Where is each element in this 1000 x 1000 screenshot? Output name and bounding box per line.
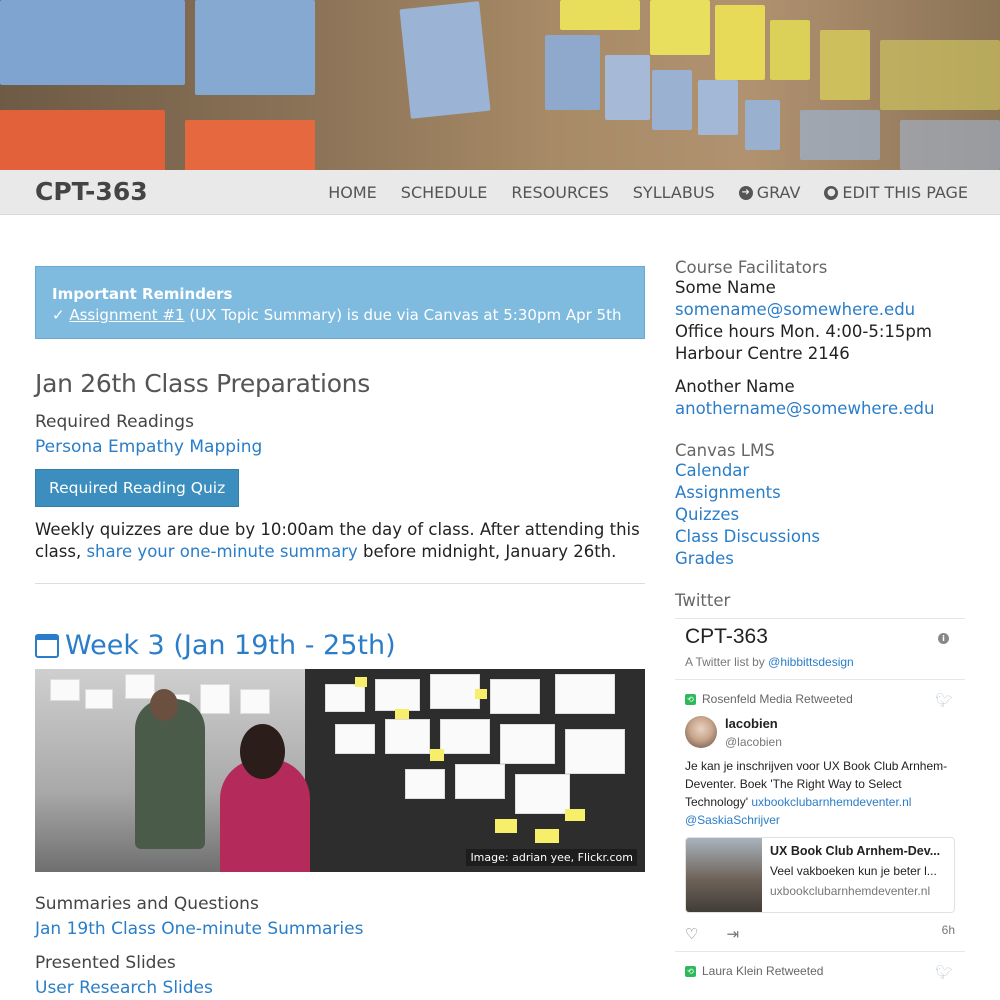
twitter-list-by-text: A Twitter list by [685,655,769,669]
info-icon[interactable]: i [938,633,949,644]
canvas-discussions-link[interactable]: Class Discussions [675,527,820,546]
quiz-instructions: Weekly quizzes are due by 10:00am the da… [35,519,645,563]
tweet: ⟲ Rosenfeld Media Retweeted 🐦︎ lacobien … [675,680,965,952]
twitter-bird-icon[interactable]: 🐦︎ [935,692,953,709]
retweet-icon: ⟲ [685,965,696,977]
required-readings-label: Required Readings [35,412,194,432]
tweet-url-link[interactable]: uxbookclubarnhemdeventer.nl [751,795,911,809]
class-photo: Image: adrian yee, Flickr.com [35,669,645,872]
nav-syllabus-label: SYLLABUS [632,183,715,202]
canvas-lms-header: Canvas LMS [675,441,775,460]
reminder-text: (UX Topic Summary) is due via Canvas at … [184,306,622,324]
twitter-list-header: CPT-363 A Twitter list by @hibbittsdesig… [675,619,965,680]
persona-empathy-mapping-link[interactable]: Persona Empathy Mapping [35,437,262,457]
one-minute-summaries-link[interactable]: Jan 19th Class One-minute Summaries [35,919,363,939]
canvas-assignments-link[interactable]: Assignments [675,483,781,502]
card-title: UX Book Club Arnhem-Dev... [770,844,941,858]
nav-resources-label: RESOURCES [511,183,609,202]
reminders-alert: Important Reminders ✓ Assignment #1 (UX … [35,266,645,339]
canvas-quizzes-link[interactable]: Quizzes [675,505,739,524]
twitter-list-by: A Twitter list by @hibbittsdesign [685,655,955,669]
nav-home-label: HOME [328,183,377,202]
canvas-grades-link[interactable]: Grades [675,549,734,568]
card-url: uxbookclubarnhemdeventer.nl [770,884,931,898]
summaries-label: Summaries and Questions [35,894,259,914]
assignment-link[interactable]: Assignment #1 [69,306,184,324]
required-reading-quiz-button[interactable]: Required Reading Quiz [35,469,240,507]
retweet-label: ⟲ Laura Klein Retweeted [685,964,955,978]
retweeted-by-text: Rosenfeld Media Retweeted [702,692,853,706]
nav-syllabus[interactable]: SYLLABUS [633,183,715,202]
calendar-icon [35,633,59,658]
hero-banner-image [0,0,1000,170]
top-navbar: CPT-363 HOME SCHEDULE RESOURCES SYLLABUS… [0,170,1000,215]
presented-slides-label: Presented Slides [35,953,176,973]
main-nav: HOME SCHEDULE RESOURCES SYLLABUS ➜ GRAV ●… [328,183,968,202]
nav-grav[interactable]: ➜ GRAV [738,183,801,202]
twitter-widget: CPT-363 A Twitter list by @hibbittsdesig… [675,618,965,981]
twitter-header: Twitter [675,591,731,610]
tweet-timestamp[interactable]: 6h [942,923,955,937]
arrow-circle-right-icon: ➜ [738,185,753,200]
nav-edit-page-label: EDIT THIS PAGE [842,183,968,202]
list-owner-link[interactable]: @hibbittsdesign [768,655,854,669]
facilitator-2-email[interactable]: anothername@somewhere.edu [675,399,934,418]
nav-home[interactable]: HOME [328,183,377,202]
reminder-item: ✓ Assignment #1 (UX Topic Summary) is du… [52,305,628,326]
nav-grav-label: GRAV [756,183,801,202]
author-name[interactable]: lacobien [725,716,782,731]
share-icon[interactable]: ⇥ [726,925,739,943]
facilitators-header: Course Facilitators [675,258,828,277]
tweet-actions: ♡ ⇥ [685,925,955,943]
tweet-text: Je kan je inschrijven voor UX Book Club … [685,757,955,829]
class-preparations-heading: Jan 26th Class Preparations [35,369,370,398]
tweet-mention-link[interactable]: @SaskiaSchrijver [685,813,780,827]
card-description: Veel vakboeken kun je beter l... [770,864,937,878]
retweet-label: ⟲ Rosenfeld Media Retweeted [685,692,955,706]
office-hours: Office hours Mon. 4:00-5:15pm [675,322,932,341]
facilitator-1-email[interactable]: somename@somewhere.edu [675,300,915,319]
canvas-calendar-link[interactable]: Calendar [675,461,749,480]
link-preview-card[interactable]: UX Book Club Arnhem-Dev... Veel vakboeke… [685,837,955,913]
sidebar: Course Facilitators Some Name somename@s… [675,258,965,981]
office-room: Harbour Centre 2146 [675,344,850,363]
retweeted-by-text: Laura Klein Retweeted [702,964,824,978]
avatar[interactable] [685,716,717,748]
image-caption: Image: adrian yee, Flickr.com [466,849,637,866]
section-divider [35,583,645,584]
site-brand[interactable]: CPT-363 [35,177,148,206]
main-content: Important Reminders ✓ Assignment #1 (UX … [35,266,645,998]
share-summary-link[interactable]: share your one-minute summary [86,542,357,561]
check-icon: ✓ [52,306,65,324]
author-handle[interactable]: @lacobien [725,735,782,749]
nav-edit-page[interactable]: ● EDIT THIS PAGE [824,183,968,202]
tweet: ⟲ Laura Klein Retweeted 🐦︎ [675,952,965,981]
week-3-heading[interactable]: Week 3 (Jan 19th - 25th) [35,630,645,661]
reminders-title: Important Reminders [52,285,233,303]
github-icon: ● [824,185,839,200]
link-preview-image [686,838,762,912]
facilitator-2-name: Another Name [675,377,795,396]
twitter-list-title[interactable]: CPT-363 [685,625,955,649]
tweet-author[interactable]: lacobien @lacobien [685,716,955,749]
week-3-heading-text: Week 3 (Jan 19th - 25th) [65,630,396,661]
like-heart-icon[interactable]: ♡ [685,925,698,943]
facilitator-1-name: Some Name [675,278,776,297]
nav-schedule-label: SCHEDULE [400,183,488,202]
nav-schedule[interactable]: SCHEDULE [401,183,488,202]
quiz-instructions-text-end: before midnight, January 26th. [357,542,617,561]
retweet-icon: ⟲ [685,693,696,705]
twitter-bird-icon[interactable]: 🐦︎ [935,964,953,981]
user-research-slides-link[interactable]: User Research Slides [35,978,213,998]
nav-resources[interactable]: RESOURCES [511,183,608,202]
